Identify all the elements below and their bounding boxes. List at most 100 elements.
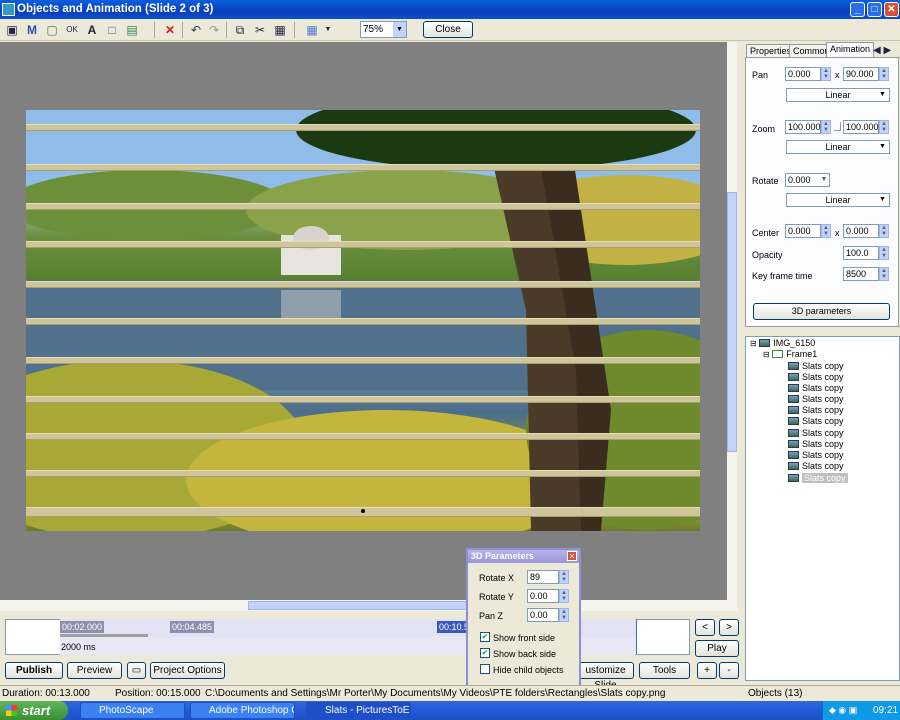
maximize-button[interactable]: □ (867, 2, 882, 17)
pan-mode-select[interactable]: Linear ▼ (786, 88, 890, 102)
add-keyframe-button[interactable]: + (697, 662, 717, 679)
grid-icon[interactable]: ▦ (304, 22, 320, 38)
close-icon[interactable]: ✕ (567, 551, 577, 561)
next-keyframe-button[interactable]: > (719, 619, 739, 636)
rotate-y-input[interactable]: 0.00 (527, 589, 559, 603)
tree-item[interactable]: Slats copy (788, 394, 844, 405)
pan-y-spinner[interactable]: ▲ ▼ (879, 67, 889, 81)
pan-x-input[interactable]: 0.000 (785, 67, 821, 81)
opacity-spinner[interactable]: ▲ ▼ (879, 246, 889, 260)
project-options-button[interactable]: Project Options (150, 662, 225, 679)
tree-item[interactable]: Slats copy (788, 450, 844, 461)
keyframe-marker[interactable]: 00:02.000 (60, 621, 105, 633)
tree-item[interactable]: Slats copy (788, 428, 844, 439)
slide-photo[interactable] (26, 110, 700, 531)
center-y-spinner[interactable]: ▲ ▼ (879, 224, 889, 238)
opacity-input[interactable]: 100.0 (843, 246, 879, 260)
pan-y-input[interactable]: 90.000 (843, 67, 879, 81)
zoom-x-input[interactable]: 100.000 (785, 120, 821, 134)
chevron-down-icon[interactable]: ▼ (320, 22, 336, 38)
remove-keyframe-button[interactable]: - (719, 662, 739, 679)
rotate-y-spinner[interactable]: ▲ ▼ (559, 589, 569, 603)
image-icon[interactable]: ▤ (124, 22, 140, 38)
copy-icon[interactable]: ⧉ (232, 22, 248, 38)
zoom-mode-select[interactable]: Linear ▼ (786, 140, 890, 154)
zoom-y-input[interactable]: 100.000 (843, 120, 879, 134)
image-icon (788, 362, 799, 370)
rectangle-icon[interactable]: □ (104, 22, 120, 38)
close-button[interactable]: Close (423, 21, 473, 38)
zoom-x-spinner[interactable]: ▲ ▼ (821, 120, 831, 134)
keyframe-marker[interactable]: 00:04.485 (170, 621, 215, 633)
timeline-cursor[interactable] (636, 619, 637, 655)
3d-parameters-button[interactable]: 3D parameters (753, 303, 890, 320)
tree-item[interactable]: Slats copy (788, 439, 844, 450)
start-label: start (22, 703, 51, 718)
pan-z-input[interactable]: 0.00 (527, 608, 559, 622)
tree-item[interactable]: Slats copy (788, 416, 844, 427)
image-icon (788, 429, 799, 437)
mask-icon[interactable]: M (24, 22, 40, 38)
center-y-input[interactable]: 0.000 (843, 224, 879, 238)
tree-item[interactable]: Slats copy (788, 372, 844, 383)
rotate-mode-value: Linear (825, 195, 851, 205)
publish-button[interactable]: Publish (5, 662, 63, 679)
collapse-icon[interactable]: ⊟ (763, 350, 770, 359)
chevron-down-icon[interactable]: ▼ (819, 174, 829, 188)
hide-child-label: Hide child objects (493, 665, 564, 675)
preview-button[interactable]: Preview (67, 662, 122, 679)
tree-item[interactable]: Slats copy (788, 405, 844, 416)
tree-item-label: Slats copy (802, 416, 844, 426)
tree-item-selected[interactable]: Slats copy (788, 473, 848, 484)
center-x-input[interactable]: 0.000 (785, 224, 821, 238)
link-icon[interactable] (834, 122, 841, 131)
prev-keyframe-button[interactable]: < (695, 619, 715, 636)
projector-icon[interactable]: ▣ (4, 22, 20, 38)
hide-child-checkbox[interactable] (480, 664, 490, 674)
collapse-icon[interactable]: ⊟ (750, 339, 757, 348)
paste-icon[interactable]: ▦ (272, 22, 288, 38)
taskbar-item-picturestoexe[interactable]: Slats - PicturesToExe ... (306, 702, 411, 719)
close-window-button[interactable]: ✕ (884, 2, 899, 17)
tab-properties[interactable]: Properties (746, 44, 796, 58)
text-icon[interactable]: A (84, 22, 100, 38)
keyframe-time-spinner[interactable]: ▲ ▼ (879, 267, 889, 281)
tree-item[interactable]: Slats copy (788, 361, 844, 372)
tree-item[interactable]: Slats copy (788, 461, 844, 472)
slide-list-button[interactable]: ▭ (127, 662, 146, 679)
play-button[interactable]: Play (695, 640, 739, 657)
rotate-x-spinner[interactable]: ▲ ▼ (559, 570, 569, 584)
redo-icon[interactable]: ↷ (206, 22, 222, 38)
tray-icons[interactable]: ◆ ◉ ▣ (829, 701, 857, 720)
show-back-checkbox[interactable]: ✔ (480, 648, 490, 658)
zoom-y-spinner[interactable]: ▲ ▼ (879, 120, 889, 134)
scroll-thumb[interactable] (727, 192, 737, 452)
tree-frame[interactable]: ⊟ Frame1 (763, 349, 817, 360)
taskbar-item-photoshop[interactable]: Adobe Photoshop CS... (190, 702, 295, 719)
tree-root[interactable]: ⊟ IMG_6150 (750, 338, 815, 349)
object-center-handle[interactable] (361, 509, 365, 513)
timeline-progress (60, 634, 148, 637)
show-front-checkbox[interactable]: ✔ (480, 632, 490, 642)
undo-icon[interactable]: ↶ (188, 22, 204, 38)
pan-x-spinner[interactable]: ▲ ▼ (821, 67, 831, 81)
center-x-spinner[interactable]: ▲ ▼ (821, 224, 831, 238)
taskbar-item-photoscape[interactable]: PhotoScape (80, 702, 185, 719)
zoom-select[interactable]: 75% ▼ (360, 21, 407, 38)
delete-icon[interactable]: ✕ (162, 22, 178, 38)
customize-slide-button[interactable]: ustomize Slide (577, 662, 634, 691)
keyframe-time-input[interactable]: 8500 (843, 267, 879, 281)
button-object-icon[interactable]: OK (64, 22, 80, 38)
tab-animation[interactable]: Animation (826, 42, 875, 58)
tab-scroll-arrows[interactable]: ◀ ▶ (873, 45, 891, 56)
rotate-x-input[interactable]: 89 (527, 570, 559, 584)
horizontal-scrollbar[interactable] (0, 600, 737, 611)
pan-z-spinner[interactable]: ▲ ▼ (559, 608, 569, 622)
minimize-button[interactable]: _ (850, 2, 865, 17)
vertical-scrollbar[interactable] (727, 42, 737, 600)
tree-item[interactable]: Slats copy (788, 383, 844, 394)
tools-button[interactable]: Tools (639, 662, 690, 679)
rotate-mode-select[interactable]: Linear ▼ (786, 193, 890, 207)
frame-icon[interactable]: ▢ (44, 22, 60, 38)
cut-icon[interactable]: ✂ (252, 22, 268, 38)
